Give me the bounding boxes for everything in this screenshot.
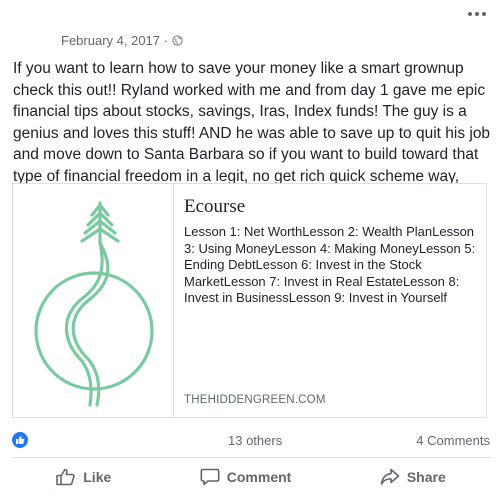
card-description: Lesson 1: Net WorthLesson 2: Wealth Plan… <box>184 224 476 305</box>
action-bar: Like Comment Share <box>12 462 490 492</box>
thumbs-up-icon <box>56 468 75 486</box>
share-icon <box>380 468 400 485</box>
like-reaction-icon[interactable] <box>12 432 28 448</box>
share-button[interactable]: Share <box>370 464 456 490</box>
tree-circle-logo <box>34 200 154 407</box>
card-title[interactable]: Ecourse <box>184 196 476 218</box>
like-button[interactable]: Like <box>46 464 121 490</box>
card-body: Ecourse Lesson 1: Net WorthLesson 2: Wea… <box>174 184 486 417</box>
share-label: Share <box>406 469 446 485</box>
card-domain: THEHIDDENGREEN.COM <box>184 394 326 406</box>
post-date[interactable]: February 4, 2017 · <box>61 33 168 48</box>
post-meta: February 4, 2017 · <box>61 33 183 48</box>
comments-count[interactable]: 4 Comments <box>416 433 490 448</box>
comment-label: Comment <box>226 469 292 485</box>
like-label: Like <box>83 469 112 485</box>
card-logo-image <box>13 184 174 417</box>
link-preview-card[interactable]: Ecourse Lesson 1: Net WorthLesson 2: Wea… <box>12 183 487 418</box>
globe-icon[interactable] <box>172 35 183 46</box>
reactions-count[interactable]: 13 others <box>228 433 282 448</box>
divider <box>12 457 490 458</box>
more-options-icon[interactable] <box>468 12 486 16</box>
comment-button[interactable]: Comment <box>190 464 302 490</box>
reaction-stats: 13 others 4 Comments <box>12 430 490 450</box>
comment-icon <box>200 468 220 486</box>
